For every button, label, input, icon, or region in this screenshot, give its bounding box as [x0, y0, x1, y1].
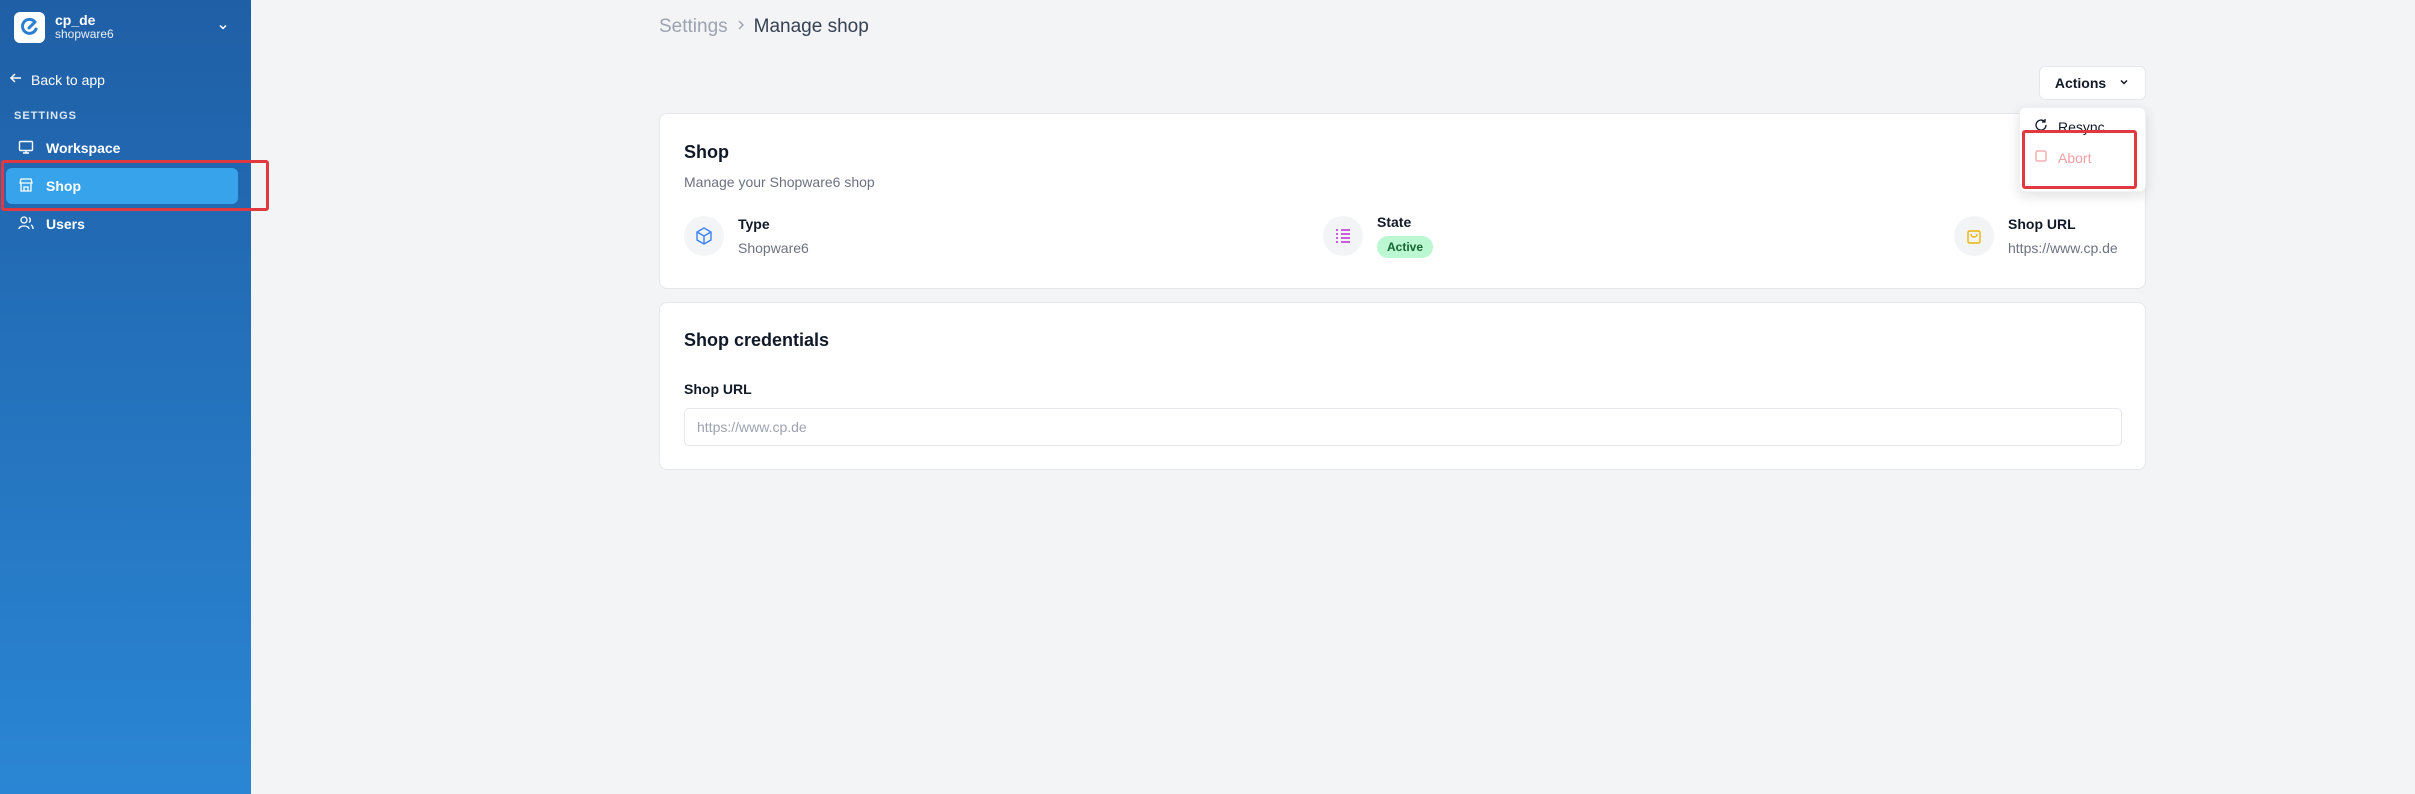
monitor-icon — [18, 139, 34, 158]
app-logo-icon — [14, 11, 45, 43]
shop-type-info: Type Shopware6 — [684, 216, 809, 256]
status-badge: Active — [1377, 236, 1434, 258]
workspace-subtitle: shopware6 — [55, 27, 114, 42]
sidebar: cp_de shopware6 Back to app SETTINGS Wor… — [0, 0, 251, 794]
actions-button[interactable]: Actions — [2039, 66, 2146, 100]
arrow-left-icon — [9, 71, 23, 88]
actions-label: Actions — [2054, 75, 2107, 91]
highlight-abort-item — [2022, 130, 2137, 189]
workspace-switcher[interactable]: cp_de shopware6 — [14, 11, 239, 43]
chevron-down-icon — [217, 20, 229, 38]
highlight-shop-item — [1, 160, 269, 211]
shopping-bag-icon — [1954, 216, 1994, 256]
shop-card-title: Shop — [684, 142, 729, 162]
settings-section-label: SETTINGS — [14, 110, 78, 122]
chevron-down-icon — [2118, 75, 2130, 91]
shop-url-info: Shop URL https://www.cp.de — [1954, 216, 2118, 256]
shop-state-info: State Active — [1323, 214, 1434, 258]
shop-card: Shop Manage your Shopware6 shop Type Sho… — [659, 113, 2146, 289]
sidebar-item-label: Users — [46, 216, 85, 232]
sidebar-item-users[interactable]: Users — [6, 206, 238, 242]
breadcrumb-settings[interactable]: Settings — [659, 16, 728, 38]
shop-url-field-label: Shop URL — [684, 381, 752, 397]
back-to-app-label: Back to app — [31, 71, 105, 88]
breadcrumb: Settings Manage shop — [659, 16, 869, 38]
type-value: Shopware6 — [738, 240, 809, 256]
shop-url-input[interactable] — [684, 408, 2122, 446]
chevron-right-icon — [736, 18, 746, 36]
users-icon — [18, 215, 34, 234]
page-title: Manage shop — [753, 16, 869, 37]
back-to-app-link[interactable]: Back to app — [9, 71, 105, 88]
credentials-card-title: Shop credentials — [684, 330, 830, 350]
url-label: Shop URL — [2008, 216, 2076, 232]
workspace-name: cp_de — [55, 12, 96, 29]
shop-card-description: Manage your Shopware6 shop — [684, 174, 875, 190]
type-label: Type — [738, 216, 770, 232]
list-icon — [1323, 216, 1363, 256]
cube-icon — [684, 216, 724, 256]
state-label: State — [1377, 214, 1412, 230]
sidebar-item-label: Workspace — [46, 140, 121, 156]
url-value: https://www.cp.de — [2008, 240, 2118, 256]
shop-credentials-card: Shop credentials Shop URL — [659, 302, 2146, 470]
